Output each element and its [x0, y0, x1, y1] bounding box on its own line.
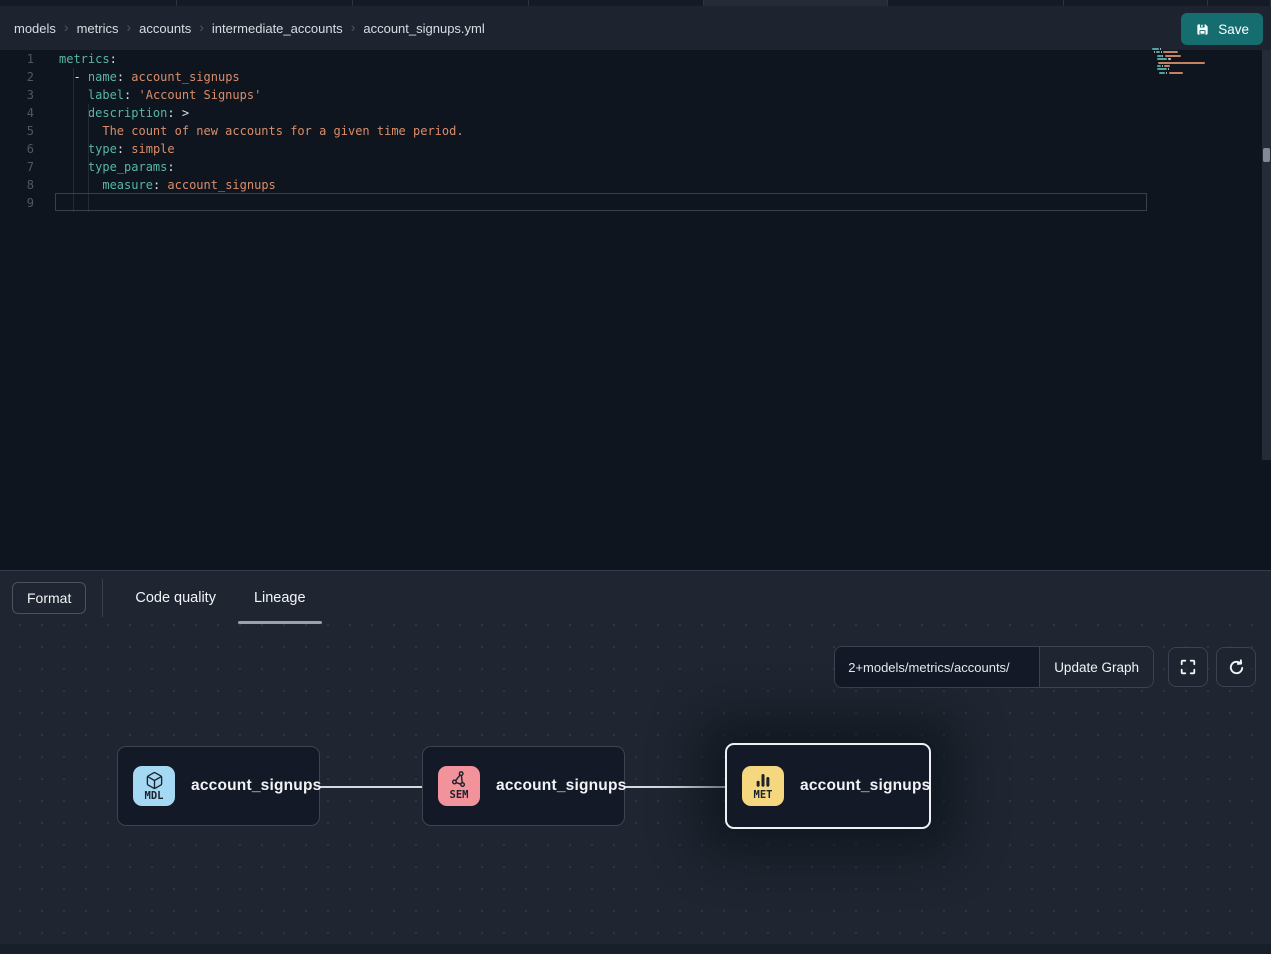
- minimap[interactable]: [1152, 48, 1214, 82]
- lineage-edge: [625, 786, 725, 788]
- breadcrumb: models › metrics › accounts › intermediate_acc…: [0, 21, 485, 36]
- node-label: account_signups: [800, 777, 930, 795]
- line-number: 1: [0, 50, 34, 68]
- save-button-label: Save: [1218, 22, 1249, 37]
- breadcrumb-item-account-signups-yml[interactable]: account_signups.yml: [363, 21, 484, 36]
- chevron-right-icon: ›: [199, 20, 204, 34]
- metric-icon: [754, 771, 772, 789]
- line-number: 7: [0, 158, 34, 176]
- fullscreen-icon: [1179, 658, 1197, 676]
- badge-label: SEM: [450, 790, 469, 801]
- cube-icon: [145, 771, 164, 790]
- code-line-3[interactable]: 3 label: 'Account Signups': [0, 86, 1271, 104]
- save-icon: [1195, 22, 1210, 37]
- lineage-selector-input[interactable]: [835, 647, 1039, 687]
- canvas-bottom-edge: [0, 944, 1271, 954]
- chevron-right-icon: ›: [64, 20, 69, 34]
- line-content: label: 'Account Signups': [34, 86, 261, 104]
- tab-lineage[interactable]: Lineage: [238, 571, 322, 624]
- line-content: type: simple: [34, 140, 175, 158]
- divider: [102, 579, 103, 617]
- code-editor[interactable]: 1metrics:2 - name: account_signups3 labe…: [0, 50, 1271, 570]
- semantic-model-icon: [450, 771, 468, 789]
- panel-tabs: Code quality Lineage: [119, 571, 327, 624]
- lineage-controls: Update Graph: [834, 646, 1256, 688]
- line-number: 6: [0, 140, 34, 158]
- line-number: 5: [0, 122, 34, 140]
- tab-label: Lineage: [254, 590, 306, 606]
- badge-label: MDL: [145, 791, 164, 802]
- lineage-node-met[interactable]: MET account_signups: [725, 743, 931, 829]
- tab-label: Code quality: [135, 590, 216, 606]
- breadcrumb-item-models[interactable]: models: [14, 21, 56, 36]
- line-number: 8: [0, 176, 34, 194]
- ide-root: models › metrics › accounts › intermediate_acc…: [0, 0, 1271, 954]
- line-number: 2: [0, 68, 34, 86]
- line-content: - name: account_signups: [34, 68, 240, 86]
- editor-scrollbar[interactable]: [1262, 50, 1271, 460]
- node-type-badge: MET: [742, 766, 784, 806]
- node-label: account_signups: [191, 777, 321, 795]
- code-line-5[interactable]: 5 The count of new accounts for a given …: [0, 122, 1271, 140]
- line-number: 4: [0, 104, 34, 122]
- lineage-node-sem[interactable]: SEM account_signups: [422, 746, 625, 826]
- code-line-4[interactable]: 4 description: >: [0, 104, 1271, 122]
- lineage-canvas[interactable]: Update Graph: [0, 624, 1271, 954]
- selector-group: Update Graph: [834, 646, 1154, 688]
- format-button[interactable]: Format: [12, 582, 86, 614]
- node-type-badge: SEM: [438, 766, 480, 806]
- code-line-8[interactable]: 8 measure: account_signups: [0, 176, 1271, 194]
- code-line-7[interactable]: 7 type_params:: [0, 158, 1271, 176]
- code-line-2[interactable]: 2 - name: account_signups: [0, 68, 1271, 86]
- breadcrumb-item-accounts[interactable]: accounts: [139, 21, 191, 36]
- chevron-right-icon: ›: [351, 20, 356, 34]
- line-content: The count of new accounts for a given ti…: [34, 122, 464, 140]
- refresh-icon: [1227, 658, 1246, 677]
- node-type-badge: MDL: [133, 766, 175, 806]
- save-button[interactable]: Save: [1181, 13, 1263, 45]
- update-graph-button[interactable]: Update Graph: [1039, 647, 1153, 687]
- line-content: type_params:: [34, 158, 175, 176]
- breadcrumb-item-metrics[interactable]: metrics: [77, 21, 119, 36]
- line-number: 3: [0, 86, 34, 104]
- line-content: metrics:: [34, 50, 117, 68]
- lineage-node-mdl[interactable]: MDL account_signups: [117, 746, 320, 826]
- lineage-edge: [320, 786, 422, 788]
- node-label: account_signups: [496, 777, 626, 795]
- indent-guide: [73, 68, 74, 212]
- panel-header: Format Code quality Lineage: [0, 571, 1271, 624]
- code-line-6[interactable]: 6 type: simple: [0, 140, 1271, 158]
- breadcrumb-bar: models › metrics › accounts › intermediate_acc…: [0, 6, 1271, 50]
- chevron-right-icon: ›: [126, 20, 131, 34]
- fullscreen-button[interactable]: [1168, 647, 1208, 687]
- bottom-panel: Format Code quality Lineage Update Graph: [0, 570, 1271, 954]
- line-content: description: >: [34, 104, 189, 122]
- tab-code-quality[interactable]: Code quality: [119, 571, 232, 624]
- line-number: 9: [0, 194, 34, 212]
- scrollbar-thumb[interactable]: [1263, 148, 1270, 162]
- badge-label: MET: [754, 790, 773, 801]
- refresh-button[interactable]: [1216, 647, 1256, 687]
- breadcrumb-item-intermediate-accounts[interactable]: intermediate_accounts: [212, 21, 343, 36]
- code-line-1[interactable]: 1metrics:: [0, 50, 1271, 68]
- line-content: measure: account_signups: [34, 176, 276, 194]
- active-line-highlight: [55, 193, 1147, 211]
